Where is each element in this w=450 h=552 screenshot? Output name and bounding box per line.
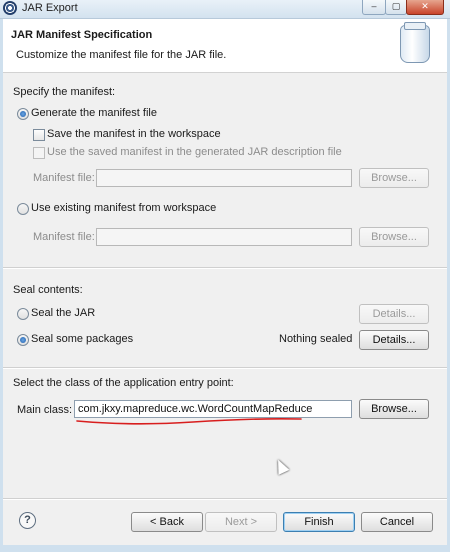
seal-jar-label[interactable]: Seal the JAR bbox=[31, 307, 95, 319]
manifest-file-field[interactable] bbox=[96, 169, 352, 187]
manifest-browse-button[interactable]: Browse... bbox=[359, 168, 429, 188]
existing-manifest-label[interactable]: Use existing manifest from workspace bbox=[31, 202, 216, 214]
generate-manifest-label[interactable]: Generate the manifest file bbox=[31, 107, 157, 119]
wizard-content: Specify the manifest: Generate the manif… bbox=[3, 73, 447, 545]
manifest-file-label: Manifest file: bbox=[33, 172, 95, 184]
existing-manifest-file-field[interactable] bbox=[96, 228, 352, 246]
seal-status-text: Nothing sealed bbox=[279, 333, 353, 345]
use-saved-manifest-checkbox[interactable] bbox=[33, 147, 45, 159]
manifest-section-label: Specify the manifest: bbox=[13, 86, 116, 98]
save-manifest-checkbox[interactable] bbox=[33, 129, 45, 141]
existing-manifest-radio[interactable] bbox=[17, 203, 29, 215]
minimize-icon[interactable]: – bbox=[362, 0, 386, 15]
seal-jar-radio[interactable] bbox=[17, 308, 29, 320]
red-annotation-underline bbox=[76, 418, 302, 425]
save-manifest-label[interactable]: Save the manifest in the workspace bbox=[47, 128, 221, 140]
generate-manifest-radio[interactable] bbox=[17, 108, 29, 120]
entry-point-section-label: Select the class of the application entr… bbox=[13, 377, 234, 389]
back-button[interactable]: < Back bbox=[131, 512, 203, 532]
maximize-icon[interactable]: ▢ bbox=[385, 0, 407, 15]
window-titlebar: JAR Export – ▢ ✕ bbox=[0, 0, 450, 19]
wizard-header: JAR Manifest Specification Customize the… bbox=[3, 19, 447, 85]
footer-divider bbox=[3, 498, 447, 500]
seal-packages-details-button[interactable]: Details... bbox=[359, 330, 429, 350]
help-icon[interactable]: ? bbox=[19, 512, 36, 529]
eclipse-icon bbox=[3, 1, 17, 15]
section-divider bbox=[3, 367, 447, 369]
jar-icon bbox=[400, 22, 430, 63]
page-description: Customize the manifest file for the JAR … bbox=[16, 49, 227, 61]
close-icon[interactable]: ✕ bbox=[406, 0, 444, 15]
main-class-label: Main class: bbox=[17, 404, 73, 416]
window-title: JAR Export bbox=[22, 2, 78, 14]
main-class-browse-button[interactable]: Browse... bbox=[359, 399, 429, 419]
next-button[interactable]: Next > bbox=[205, 512, 277, 532]
existing-manifest-browse-button[interactable]: Browse... bbox=[359, 227, 429, 247]
cancel-button[interactable]: Cancel bbox=[361, 512, 433, 532]
seal-section-label: Seal contents: bbox=[13, 284, 83, 296]
seal-packages-radio[interactable] bbox=[17, 334, 29, 346]
seal-jar-details-button[interactable]: Details... bbox=[359, 304, 429, 324]
seal-packages-label[interactable]: Seal some packages bbox=[31, 333, 133, 345]
existing-manifest-file-label: Manifest file: bbox=[33, 231, 95, 243]
mouse-cursor-icon bbox=[272, 457, 290, 475]
page-title: JAR Manifest Specification bbox=[11, 29, 153, 41]
finish-button[interactable]: Finish bbox=[283, 512, 355, 532]
use-saved-manifest-label: Use the saved manifest in the generated … bbox=[47, 146, 342, 158]
section-divider bbox=[3, 267, 447, 269]
